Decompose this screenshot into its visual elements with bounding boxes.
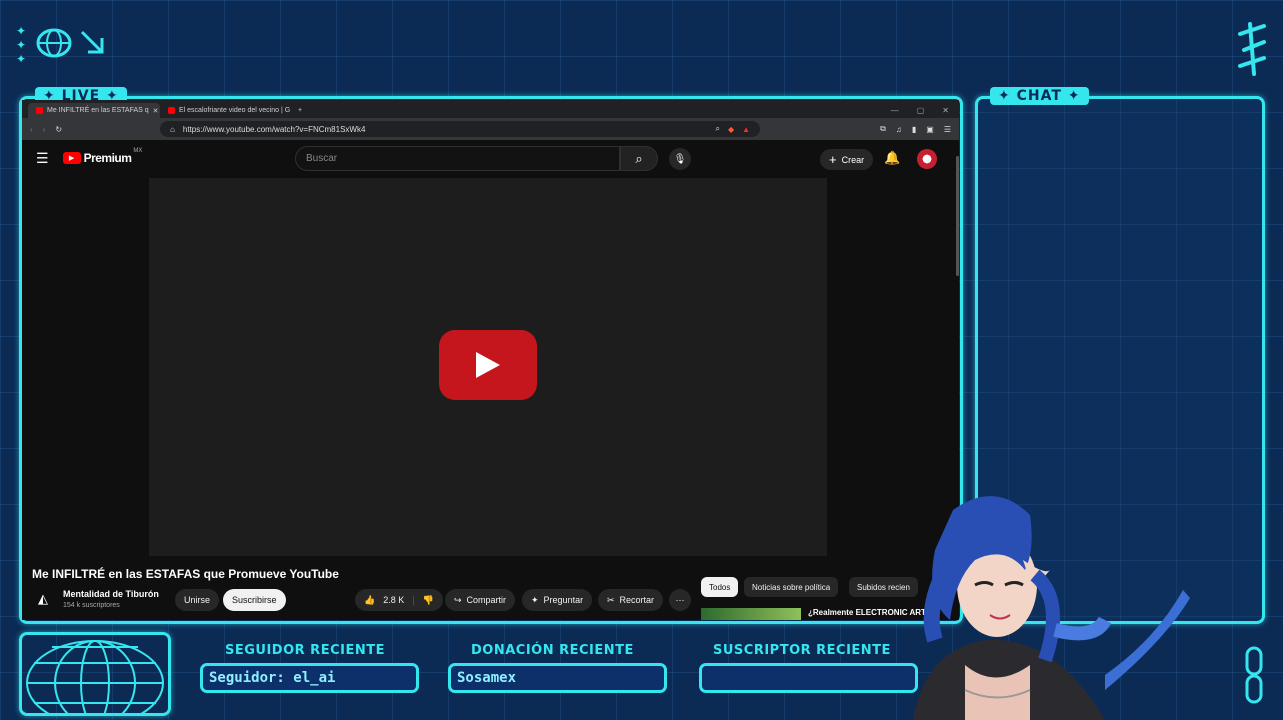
- play-button[interactable]: [439, 330, 537, 400]
- tab-active[interactable]: Me INFILTRÉ en las ESTAFAS q ✕: [28, 103, 160, 118]
- suggested-thumbnail[interactable]: [701, 608, 801, 620]
- like-count[interactable]: 2.8 K: [383, 595, 404, 605]
- create-label: Crear: [841, 154, 865, 165]
- channel-avatar[interactable]: ◭: [34, 590, 52, 608]
- deco-link-icon: [1244, 645, 1264, 705]
- tab-title: El escalofriante video del vecino | G: [179, 107, 291, 114]
- sidebar-icon[interactable]: ▮: [912, 125, 916, 134]
- tab-bar: Me INFILTRÉ en las ESTAFAS q ✕ El escalof…: [22, 100, 959, 118]
- media-icon[interactable]: ♫: [896, 125, 902, 134]
- hamburger-icon[interactable]: ☰: [36, 150, 49, 167]
- share-icon: ↪: [454, 594, 462, 605]
- recent-follower-label: SEGUIDOR RECIENTE: [225, 643, 385, 658]
- tab-title: Me INFILTRÉ en las ESTAFAS q: [47, 107, 149, 114]
- recent-donation-box: Sosamex: [448, 663, 667, 693]
- ask-button[interactable]: ✦ Preguntar: [522, 589, 593, 611]
- subscribe-button[interactable]: Suscribirse: [223, 589, 286, 611]
- share-label: Compartir: [466, 595, 507, 605]
- tab-inactive[interactable]: El escalofriante video del vecino | G: [160, 103, 292, 118]
- scrollbar[interactable]: [956, 156, 959, 276]
- back-icon[interactable]: ‹: [30, 125, 33, 134]
- youtube-logo-icon[interactable]: ▶: [62, 152, 81, 164]
- voice-search-button[interactable]: 🎙: [669, 148, 691, 170]
- brave-shield-icon[interactable]: ◆: [728, 125, 734, 134]
- plus-icon: +: [829, 152, 837, 167]
- more-icon: ⋯: [675, 594, 685, 605]
- join-button[interactable]: Unirse: [175, 589, 220, 611]
- clip-label: Recortar: [619, 595, 655, 605]
- channel-name[interactable]: Mentalidad de Tiburón: [63, 589, 159, 599]
- window-controls: — ▢ ✕: [891, 103, 959, 118]
- avatar[interactable]: [917, 149, 937, 169]
- ask-label: Preguntar: [543, 595, 584, 605]
- maximize-icon[interactable]: ▢: [917, 106, 925, 115]
- address-bar: ‹ › ↻ ⌂ https://www.youtube.com/watch?v=…: [22, 118, 959, 140]
- subscriber-count: 154 k suscriptores: [63, 602, 120, 609]
- bell-icon[interactable]: 🔔: [884, 150, 900, 166]
- region-code: MX: [133, 148, 143, 154]
- youtube-brand: Premium: [83, 151, 132, 165]
- bookmark-icon[interactable]: ⌂: [170, 125, 175, 134]
- deco-cross-icon: [1236, 20, 1268, 80]
- vtuber-avatar: [905, 490, 1205, 720]
- youtube-favicon-icon: [168, 107, 175, 114]
- like-icon[interactable]: 👍: [364, 595, 375, 606]
- rewards-icon[interactable]: ▲: [742, 125, 750, 134]
- recent-subscriber-box: [699, 663, 918, 693]
- zoom-icon[interactable]: ⌕: [715, 124, 719, 134]
- browser-window: Me INFILTRÉ en las ESTAFAS q ✕ El escalof…: [22, 100, 959, 620]
- url-field[interactable]: ⌂ https://www.youtube.com/watch?v=FNCm81…: [160, 121, 761, 137]
- search-icon: ⌕: [635, 150, 643, 166]
- more-actions-button[interactable]: ⋯: [669, 589, 691, 611]
- search-placeholder: Buscar: [306, 153, 338, 164]
- globe-panel: [19, 632, 171, 716]
- recent-subscriber-label: SUSCRIPTOR RECIENTE: [713, 643, 891, 658]
- sparkle-icon: ✦ ✦ ✦: [16, 24, 27, 66]
- create-button[interactable]: + Crear: [820, 149, 874, 170]
- clip-button[interactable]: ✂ Recortar: [598, 589, 664, 611]
- recent-donation-label: DONACIÓN RECIENTE: [471, 643, 634, 658]
- like-dislike-group: 👍 2.8 K | 👎: [355, 589, 443, 611]
- wireframe-globe-icon: [26, 640, 164, 713]
- recent-follower-box: Seguidor: el_ai: [200, 663, 419, 693]
- video-player[interactable]: [149, 178, 827, 556]
- minimize-icon[interactable]: —: [891, 106, 899, 115]
- search-input[interactable]: Buscar: [295, 146, 620, 171]
- close-tab-icon[interactable]: ✕: [153, 107, 159, 115]
- close-window-icon[interactable]: ✕: [942, 106, 949, 115]
- wallet-icon[interactable]: ▣: [926, 125, 934, 134]
- play-icon: [476, 352, 500, 378]
- extensions-icon[interactable]: ⧉: [880, 124, 886, 134]
- chip-all[interactable]: Todos: [701, 577, 739, 597]
- globe-icon: [36, 28, 72, 58]
- sparkle-ai-icon: ✦: [531, 594, 539, 605]
- url-text: https://www.youtube.com/watch?v=FNCm81Sx…: [182, 124, 366, 134]
- mic-icon: 🎙: [673, 153, 687, 165]
- chat-tag: ✦ CHAT ✦: [990, 87, 1089, 105]
- youtube-favicon-icon: [36, 107, 43, 114]
- arrow-icon: [78, 28, 108, 58]
- search-button[interactable]: ⌕: [620, 146, 658, 171]
- new-tab-icon[interactable]: +: [292, 103, 308, 118]
- scissors-icon: ✂: [607, 594, 615, 605]
- video-title: Me INFILTRÉ en las ESTAFAS que Promueve …: [32, 567, 339, 581]
- forward-icon[interactable]: ›: [43, 125, 46, 134]
- share-button[interactable]: ↪ Compartir: [445, 589, 516, 611]
- menu-icon[interactable]: ☰: [944, 125, 951, 134]
- youtube-header: ☰ ▶ Premium MX Buscar ⌕ 🎙 + Crear 🔔: [22, 140, 959, 176]
- reload-icon[interactable]: ↻: [55, 125, 62, 134]
- chip-politics[interactable]: Noticias sobre política: [744, 577, 839, 597]
- dislike-icon[interactable]: 👎: [423, 595, 434, 606]
